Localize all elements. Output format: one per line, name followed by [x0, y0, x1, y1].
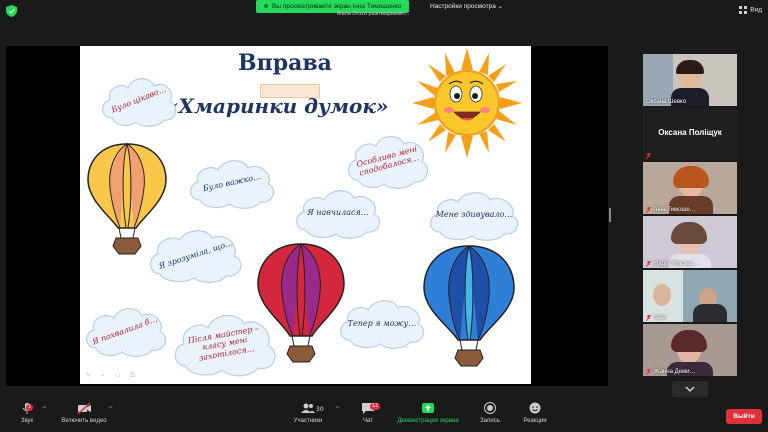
top-bar: Вы просматриваете экран Інна Тимошенко Н…	[0, 0, 768, 22]
chat-unread-badge: 12	[370, 403, 381, 410]
muted-mic-icon	[646, 369, 651, 375]
participant-tile[interactable]: User	[643, 270, 737, 322]
participant-name: User	[654, 315, 667, 321]
avatar-hair	[671, 330, 707, 352]
participants-count: 30	[316, 406, 324, 413]
thought-cloud-6: Я зрозуміла, що…	[146, 224, 246, 286]
start-video-button[interactable]: Включить видео	[56, 400, 112, 424]
participant-tile[interactable]: Оксана Поліщук	[643, 108, 737, 160]
annotation-tools[interactable]: ✎ ⌁ ▭ ☰	[86, 372, 139, 379]
participant-name-centered: Оксана Поліщук	[658, 128, 722, 137]
view-options-label: Настройки просмотра	[430, 3, 496, 10]
video-options-caret[interactable]: ^	[108, 406, 113, 413]
share-screen-label: Демонстрация экрана	[397, 418, 459, 424]
share-dot-icon	[264, 4, 268, 9]
participant-tile[interactable]: Інна Тимоше…	[643, 162, 737, 214]
view-button[interactable]: Вид	[739, 6, 762, 14]
avatar-hair	[676, 60, 704, 74]
panel-resize-handle[interactable]	[609, 208, 611, 222]
scroll-participants-down-button[interactable]	[672, 381, 708, 397]
avatar	[653, 284, 671, 306]
muted-mic-icon	[646, 153, 651, 159]
thought-cloud-7: Я похвалила б…	[82, 302, 168, 360]
share-notice-text: Вы просматриваете экран Інна Тимошенко	[272, 3, 402, 10]
video-label: Включить видео	[61, 418, 107, 424]
participant-name: Надія Жукова…	[654, 261, 699, 267]
cloud-text: Мене здивувало…	[435, 210, 513, 220]
active-speaker-label: Maria Drozd разговаривает...	[337, 11, 410, 17]
participant-tile[interactable]: Жанна Деми…	[643, 324, 737, 376]
share-screen-icon	[422, 403, 434, 413]
record-icon	[484, 402, 496, 414]
cloud-text: Тепер я можу…	[347, 319, 417, 329]
participant-name: Оксана Шевко	[646, 99, 687, 105]
reactions-smiley-icon	[529, 402, 541, 414]
blue-balloon-illustration	[423, 245, 515, 367]
record-button[interactable]: Запись	[476, 400, 504, 424]
view-label: Вид	[750, 6, 762, 14]
avatar-hair	[671, 222, 707, 244]
share-screen-button[interactable]: Демонстрация экрана	[394, 400, 462, 424]
record-label: Запись	[480, 418, 500, 424]
thought-cloud-5: Мене здивувало…	[426, 188, 522, 242]
view-options-button[interactable]: Настройки просмотра ⌄	[430, 1, 503, 12]
grid-view-icon	[739, 6, 748, 14]
participants-icon	[301, 403, 315, 413]
thought-cloud-1: Було цікаво…	[98, 70, 180, 130]
video-off-icon	[77, 402, 91, 415]
audio-options-caret[interactable]: ^	[42, 406, 47, 413]
chat-label: Чат	[363, 418, 373, 424]
reactions-button[interactable]: Реакции	[518, 400, 552, 424]
reactions-label: Реакции	[523, 418, 547, 424]
thought-cloud-3: Було важко…	[186, 154, 278, 212]
participant-name: Інна Тимоше…	[654, 207, 696, 213]
muted-mic-icon	[646, 315, 651, 321]
avatar-body	[693, 304, 727, 322]
participant-tile[interactable]: Надія Жукова…	[643, 216, 737, 268]
slide-subtitle: «Хмаринки думок»	[166, 94, 389, 118]
participants-options-caret[interactable]: ^	[335, 406, 340, 413]
chevron-down-icon	[685, 386, 695, 392]
presentation-slide: Вправа «Хмаринки думок» Було цікаво… Осо…	[80, 46, 531, 384]
thought-cloud-2: Особливо мені сподобалося…	[344, 130, 432, 192]
thought-cloud-9: Після майстер – класу мені захотілося…	[170, 308, 280, 380]
participants-label: Участники	[293, 418, 323, 424]
muted-mic-icon	[646, 207, 651, 213]
leave-meeting-button[interactable]: Выйти	[726, 409, 762, 424]
thought-cloud-4: Я навчилася…	[292, 184, 384, 242]
muted-mic-icon	[646, 261, 651, 267]
thought-cloud-8: Тепер я можу…	[336, 296, 428, 352]
participant-name: Жанна Деми…	[654, 369, 696, 375]
avatar-hair	[673, 166, 709, 188]
security-shield-icon[interactable]	[6, 5, 17, 17]
cloud-text: Я навчилася…	[307, 208, 369, 218]
meeting-toolbar: Звук 1 ^ Включить видео ^ Участники 30 ^…	[0, 398, 768, 432]
chevron-down-icon: ⌄	[497, 3, 504, 10]
participant-tile[interactable]: Оксана Шевко	[643, 54, 737, 106]
audio-label: Звук	[20, 418, 34, 424]
